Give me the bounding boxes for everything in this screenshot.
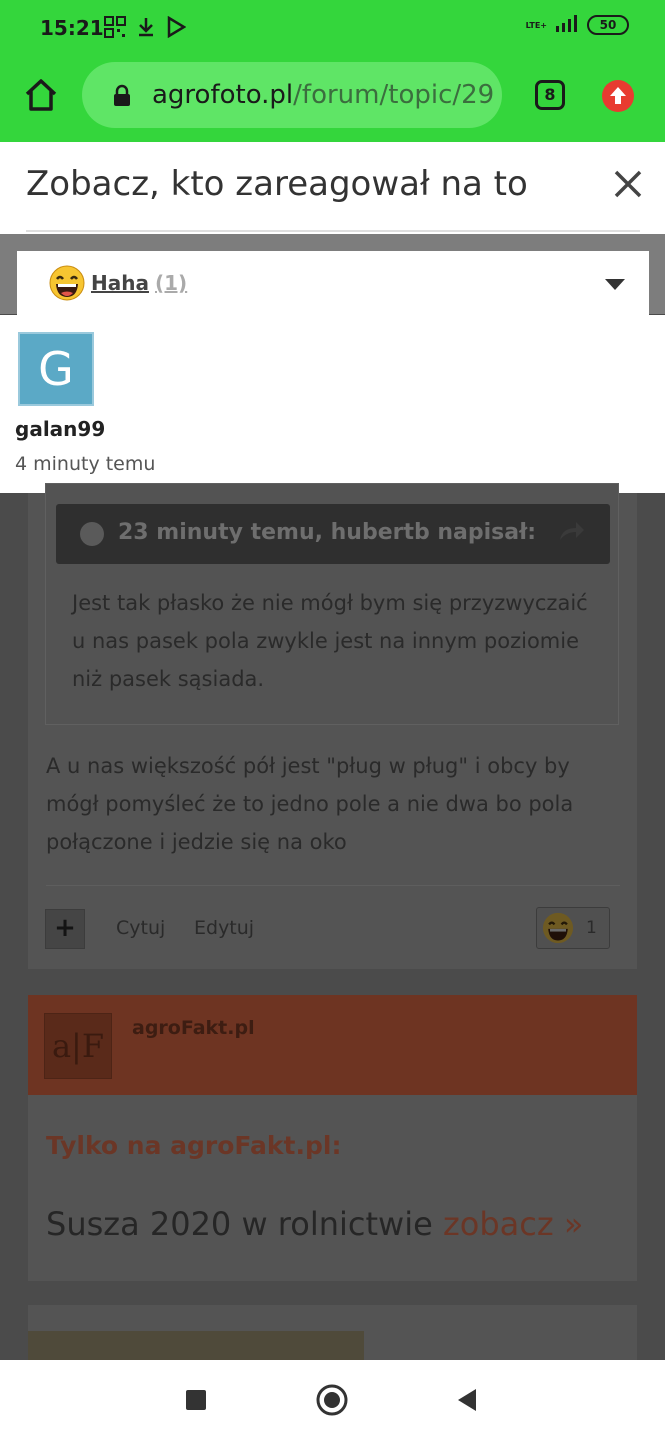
promo-link[interactable]: zobacz » [443, 1205, 583, 1243]
divider [46, 885, 620, 886]
reaction-time: 4 minuty temu [15, 453, 156, 475]
user-name[interactable]: galan99 [15, 417, 105, 441]
promo-text-body: Susza 2020 w rolnictwie [46, 1205, 443, 1243]
promo-tagline: Tylko na agroFakt.pl: [46, 1131, 342, 1160]
divider [26, 230, 640, 232]
agrofakt-logo: a|F [44, 1013, 112, 1079]
multiquote-button[interactable]: + [45, 909, 85, 949]
qr-icon [104, 16, 126, 42]
browser-toolbar: agrofoto.pl/forum/topic/29 8 [0, 56, 665, 142]
network-type: LTE+ [525, 20, 547, 30]
back-icon[interactable] [452, 1384, 484, 1416]
chevron-down-icon [80, 522, 104, 546]
reaction-badge[interactable]: 1 [536, 907, 610, 949]
quote-header-text: 23 minuty temu, hubertb napisał: [118, 520, 537, 545]
reaction-label: Haha [91, 271, 149, 295]
status-time: 15:21 [40, 16, 104, 40]
reaction-count: (1) [155, 271, 188, 295]
avatar[interactable]: G [18, 332, 94, 406]
lock-icon [112, 84, 132, 112]
forum-post: 23 minuty temu, hubertb napisał: Jest ta… [28, 483, 637, 969]
url-domain: agrofoto.pl [152, 80, 294, 110]
signal-icon [555, 14, 579, 36]
promo-card: a|F agroFakt.pl Tylko na agroFakt.pl: Su… [28, 995, 637, 1281]
recents-icon[interactable] [180, 1384, 212, 1416]
reaction-filter-dropdown[interactable]: Haha (1) [17, 251, 649, 315]
quote-button[interactable]: Cytuj [116, 917, 165, 939]
quote-text: Jest tak płasko że nie mógł bym się przy… [72, 591, 588, 691]
home-nav-icon[interactable] [316, 1384, 348, 1416]
edit-button[interactable]: Edytuj [194, 917, 254, 939]
url-path: /forum/topic/29 [293, 80, 495, 110]
haha-emoji-icon [542, 912, 574, 944]
quote-header[interactable]: 23 minuty temu, hubertb napisał: [56, 504, 610, 564]
url-text: agrofoto.pl/forum/topic/29 [152, 80, 494, 110]
address-bar[interactable]: agrofoto.pl/forum/topic/29 [82, 62, 502, 128]
promo-header: a|F agroFakt.pl [28, 995, 637, 1095]
share-arrow-icon [556, 518, 586, 550]
haha-emoji-icon [49, 265, 85, 301]
reaction-badge-count: 1 [586, 918, 597, 938]
download-icon [136, 16, 156, 42]
modal-title: Zobacz, kto zareagował na to [26, 164, 528, 204]
chevron-down-icon [605, 279, 625, 290]
reactions-user-list: G galan99 4 minuty temu [0, 315, 665, 493]
status-bar: 15:21 LTE+ 50 [0, 0, 665, 56]
battery-icon: 50 [587, 15, 629, 35]
tabs-button[interactable]: 8 [535, 80, 565, 110]
post-text: A u nas większość pół jest "pług w pług"… [46, 754, 574, 854]
system-nav-bar [0, 1360, 665, 1440]
update-icon[interactable] [602, 80, 634, 112]
next-card [28, 1305, 637, 1371]
reactions-modal-header: Zobacz, kto zareagował na to [0, 142, 665, 234]
forum-content-dimmed: 23 minuty temu, hubertb napisał: Jest ta… [0, 483, 665, 1371]
home-icon[interactable] [22, 76, 60, 114]
play-store-icon [166, 15, 187, 42]
promo-site-name[interactable]: agroFakt.pl [132, 1017, 255, 1039]
close-icon[interactable] [610, 166, 646, 202]
quote-block: 23 minuty temu, hubertb napisał: Jest ta… [45, 483, 619, 725]
promo-text: Susza 2020 w rolnictwie zobacz » [46, 1205, 583, 1243]
